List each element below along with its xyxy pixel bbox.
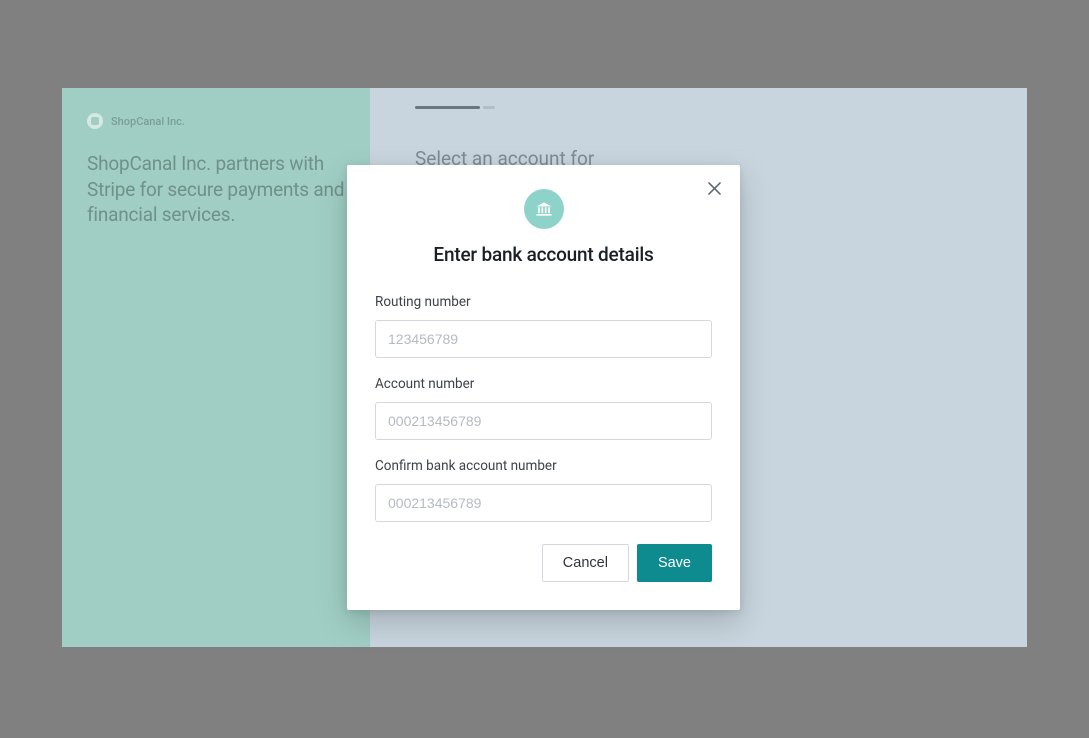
progress-segment-done xyxy=(415,106,480,109)
routing-number-group: Routing number xyxy=(375,294,712,358)
close-button[interactable] xyxy=(702,179,726,203)
account-number-input[interactable] xyxy=(375,402,712,440)
progress-segment-todo xyxy=(483,106,495,109)
modal-icon-wrap xyxy=(375,189,712,229)
routing-number-input[interactable] xyxy=(375,320,712,358)
sidebar-logo-row: ShopCanal Inc. xyxy=(87,113,345,129)
company-logo-icon xyxy=(87,113,103,129)
close-icon xyxy=(708,182,721,200)
account-number-group: Account number xyxy=(375,376,712,440)
bank-details-modal: Enter bank account details Routing numbe… xyxy=(347,165,740,610)
confirm-account-number-group: Confirm bank account number xyxy=(375,458,712,522)
confirm-account-number-label: Confirm bank account number xyxy=(375,458,712,474)
progress-indicator xyxy=(415,106,982,109)
routing-number-label: Routing number xyxy=(375,294,712,310)
confirm-account-number-input[interactable] xyxy=(375,484,712,522)
company-name: ShopCanal Inc. xyxy=(111,115,185,128)
account-number-label: Account number xyxy=(375,376,712,392)
save-button[interactable]: Save xyxy=(637,544,712,582)
modal-title: Enter bank account details xyxy=(375,243,712,266)
modal-actions: Cancel Save xyxy=(375,544,712,582)
bank-icon xyxy=(524,189,564,229)
cancel-button[interactable]: Cancel xyxy=(542,544,629,582)
sidebar: ShopCanal Inc. ShopCanal Inc. partners w… xyxy=(62,88,370,647)
sidebar-headline: ShopCanal Inc. partners with Stripe for … xyxy=(87,151,345,228)
